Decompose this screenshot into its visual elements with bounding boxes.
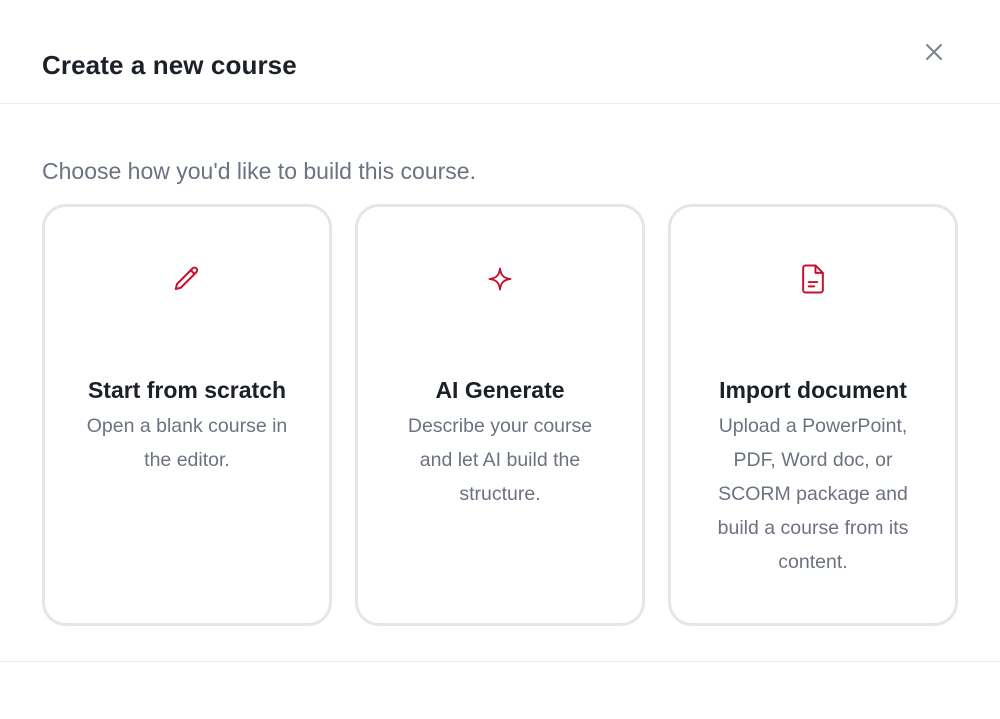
dialog-subtitle: Choose how you'd like to build this cour… <box>42 158 476 184</box>
dialog-footer-divider <box>0 661 1000 662</box>
option-start-from-scratch[interactable]: Start from scratch Open a blank course i… <box>42 204 332 626</box>
option-title: AI Generate <box>435 377 565 403</box>
option-description: Open a blank course in the editor. <box>86 415 288 471</box>
dialog-header: Create a new course <box>0 0 1000 104</box>
dialog-title: Create a new course <box>42 50 297 80</box>
option-description: Upload a PowerPoint, PDF, Word doc, or S… <box>717 415 909 573</box>
close-icon <box>926 44 942 60</box>
sparkle-icon <box>484 263 516 295</box>
option-title: Import document <box>719 377 907 403</box>
create-course-dialog: Create a new course Choose how you'd lik… <box>0 0 1000 719</box>
option-description: Describe your course and let AI build th… <box>407 415 593 505</box>
option-ai-generate[interactable]: AI Generate Describe your course and let… <box>355 204 645 626</box>
close-button[interactable] <box>918 36 950 68</box>
creation-options: Start from scratch Open a blank course i… <box>42 204 958 626</box>
option-title: Start from scratch <box>87 377 287 403</box>
option-import-document[interactable]: Import document Upload a PowerPoint, PDF… <box>668 204 958 626</box>
pencil-icon <box>171 263 203 295</box>
document-icon <box>797 263 829 295</box>
